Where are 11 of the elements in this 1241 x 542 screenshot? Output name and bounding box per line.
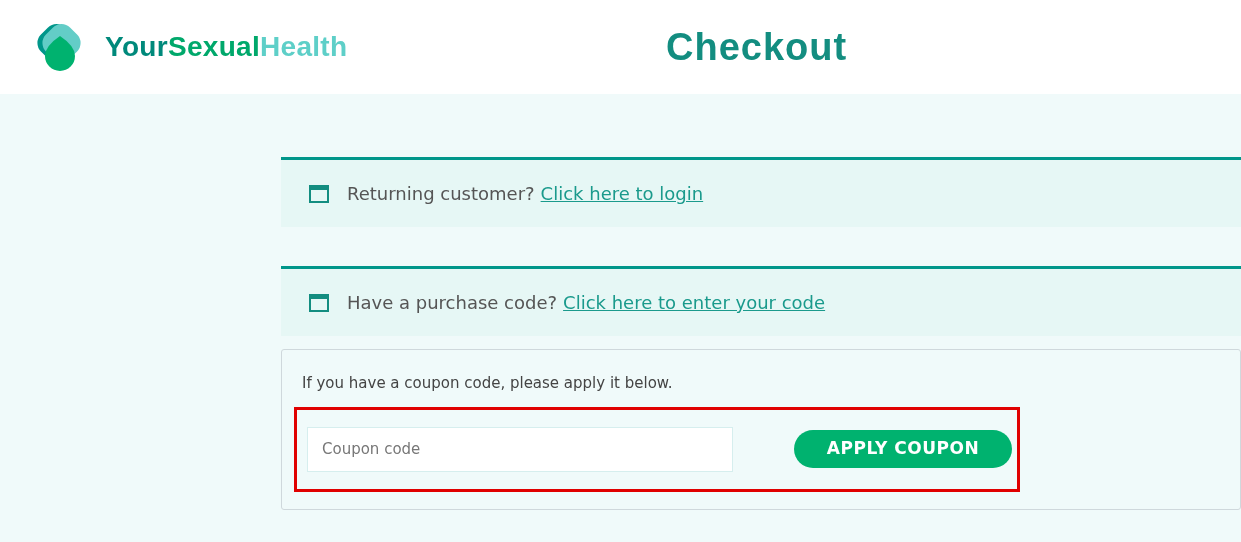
window-icon: [309, 184, 329, 203]
window-icon: [309, 293, 329, 312]
page-title: Checkout: [666, 24, 848, 70]
notice-link[interactable]: Click here to login: [540, 180, 704, 207]
notice-text: Returning customer?: [347, 182, 535, 206]
coupon-intro: If you have a coupon code, please apply it below.: [302, 373, 674, 394]
logo-text: YourSexualHealth: [105, 30, 348, 64]
apply-coupon-button[interactable]: APPLY COUPON: [794, 430, 1012, 468]
notice-link[interactable]: Click here to enter your code: [563, 289, 826, 316]
notice-text: Have a purchase code?: [347, 291, 558, 315]
coupon-field[interactable]: Coupon code: [307, 426, 733, 472]
